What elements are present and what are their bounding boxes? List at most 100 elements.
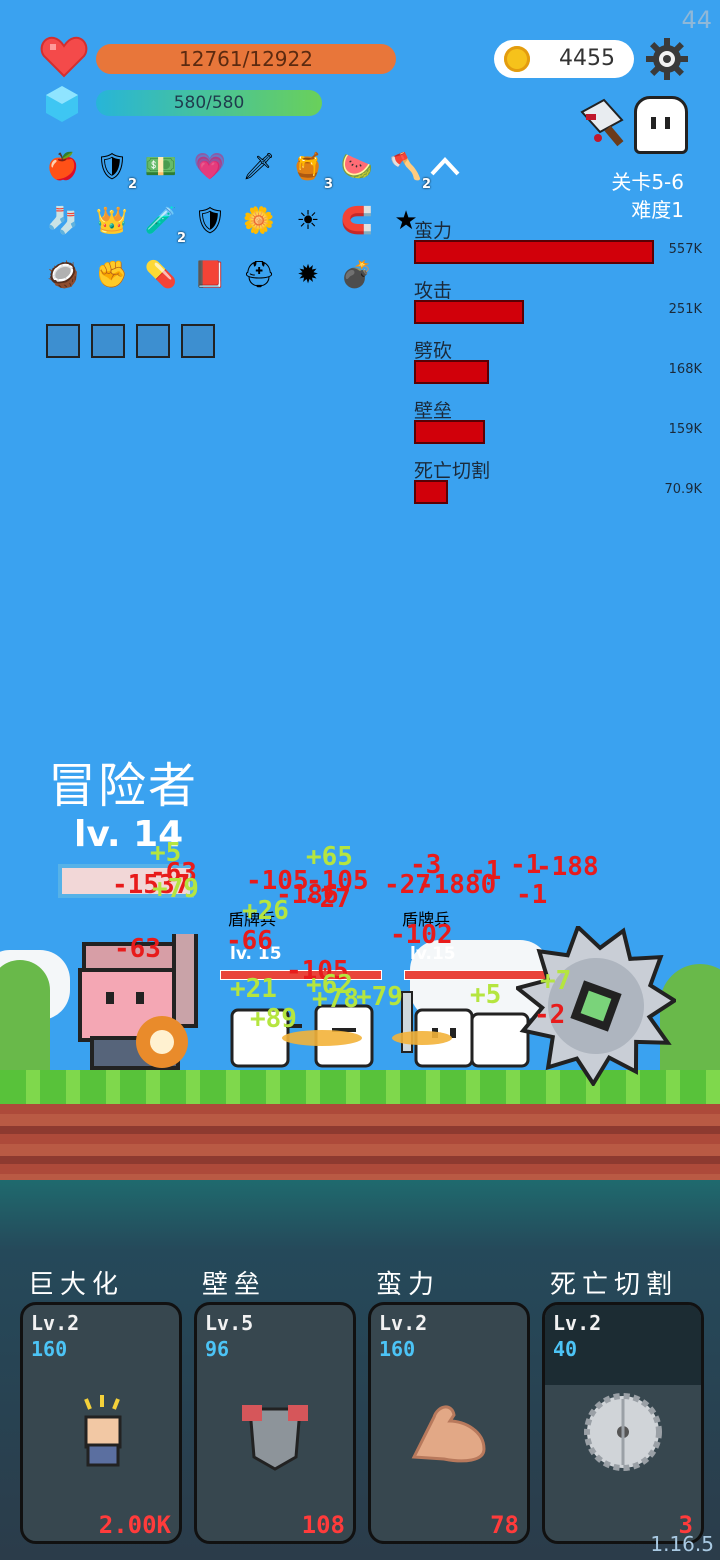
enemy-group bbox=[230, 991, 530, 1068]
skill-title: 壁垒 bbox=[202, 1270, 267, 1300]
skill-level: Lv.2 bbox=[31, 1311, 80, 1335]
player-class-name: 冒险者 bbox=[48, 758, 199, 814]
ghost-icon[interactable] bbox=[634, 96, 688, 154]
mp-bar: 580/580 bbox=[96, 90, 322, 116]
shield-round-icon[interactable]: 🛡 2 bbox=[93, 148, 137, 192]
skill-level: Lv.2 bbox=[553, 1311, 602, 1335]
potion-icon[interactable]: 🧪 2 bbox=[142, 202, 186, 246]
skill-title: 蛮力 bbox=[376, 1270, 441, 1300]
apple-icon[interactable]: 🍎 bbox=[44, 148, 82, 186]
skill-title: 巨大化 bbox=[28, 1270, 125, 1300]
crown-icon[interactable]: 👑 bbox=[93, 202, 131, 240]
skill-cost: 160 bbox=[379, 1337, 416, 1361]
stat-value: 251K bbox=[668, 302, 702, 317]
damage-number: -27 bbox=[304, 884, 351, 914]
shield-icon[interactable]: 🛡 bbox=[191, 202, 229, 240]
mana-gem-icon bbox=[46, 86, 78, 122]
player-level: lv. 14 bbox=[74, 814, 184, 855]
stat-bar bbox=[414, 300, 524, 324]
checkmark-buff-icon[interactable] bbox=[91, 324, 125, 358]
fps-counter: 44 bbox=[681, 6, 712, 34]
enemy-1-level: lv. 15 bbox=[230, 944, 282, 964]
heart-icon bbox=[40, 36, 88, 78]
skill-card-3[interactable]: Lv.2 160 78 bbox=[368, 1302, 530, 1544]
stat-label: 蛮力 bbox=[414, 220, 453, 242]
stat-label: 死亡切割 bbox=[414, 460, 491, 482]
stat-value: 557K bbox=[668, 242, 702, 257]
skill-card-2[interactable]: Lv.5 96 108 bbox=[194, 1302, 356, 1544]
skill-damage: 2.00K bbox=[98, 1511, 171, 1539]
money-heart-icon[interactable]: 💵 bbox=[142, 148, 180, 186]
lightbulb-buff-icon[interactable] bbox=[46, 324, 80, 358]
damage-number: -27 bbox=[384, 870, 431, 900]
coconut-icon[interactable]: 🥥 bbox=[44, 256, 82, 294]
enemy-1-name: 盾牌兵 bbox=[228, 910, 277, 929]
watermelon-icon[interactable]: 🍉 bbox=[338, 148, 376, 186]
damage-number: -186 bbox=[276, 880, 339, 910]
skill-title: 死亡切割 bbox=[550, 1270, 679, 1300]
cleaver-icon[interactable] bbox=[578, 98, 628, 148]
hero-character bbox=[78, 934, 198, 1070]
skill-cost: 40 bbox=[553, 1337, 578, 1361]
skill-card-1[interactable]: Lv.2 160 2.00K bbox=[20, 1302, 182, 1544]
enemy-2-name: 盾牌兵 bbox=[402, 910, 451, 929]
collapse-caret-icon[interactable] bbox=[430, 156, 460, 176]
heart-card-icon[interactable]: 💗 bbox=[191, 148, 229, 186]
battle-axe-icon[interactable]: 🪓 2 bbox=[387, 148, 431, 192]
damage-number: -3 bbox=[410, 850, 442, 880]
skill-card-4[interactable]: Lv.2 40 3 bbox=[542, 1302, 704, 1544]
damage-number: -105 bbox=[246, 866, 309, 896]
stat-label: 攻击 bbox=[414, 280, 453, 302]
dirt-ground bbox=[0, 1104, 720, 1180]
heal-number: +65 bbox=[306, 842, 353, 872]
helmet-icon[interactable]: ⛑ bbox=[240, 256, 278, 294]
coin-amount: 4455 bbox=[559, 46, 615, 71]
coin-icon bbox=[504, 46, 530, 72]
cloud-buff-icon[interactable] bbox=[181, 324, 215, 358]
sock-icon[interactable]: 🧦 bbox=[44, 202, 82, 240]
pill-icon[interactable]: 💊 bbox=[142, 256, 180, 294]
skill-damage: 78 bbox=[490, 1511, 519, 1539]
fist-raise-icon bbox=[56, 1387, 146, 1477]
item-count: 2 bbox=[176, 231, 186, 246]
magnet-icon[interactable]: 🧲 bbox=[338, 202, 376, 240]
stage-label: 关卡5-6 bbox=[611, 170, 684, 194]
book-icon[interactable]: 📕 bbox=[191, 256, 229, 294]
stat-bar bbox=[414, 360, 489, 384]
settings-gear-icon[interactable] bbox=[646, 38, 688, 80]
fist-icon[interactable]: ✊ bbox=[93, 256, 131, 294]
enemy-2-level: lv.15 bbox=[410, 944, 456, 964]
damage-number: -1880 bbox=[418, 870, 497, 900]
damage-number: -1 bbox=[516, 880, 548, 910]
stat-label: 劈砍 bbox=[414, 340, 453, 362]
sword-icon[interactable]: 🗡 bbox=[240, 148, 278, 186]
difficulty-label: 难度1 bbox=[631, 198, 684, 222]
stat-label: 壁垒 bbox=[414, 400, 453, 422]
player-hp-mini-bar bbox=[58, 864, 194, 898]
mace-icon[interactable]: ✹ bbox=[289, 256, 327, 294]
damage-number: -1 bbox=[510, 850, 542, 880]
damage-number: -188 bbox=[536, 852, 599, 882]
armor-buff-icon[interactable] bbox=[136, 324, 170, 358]
grenade-icon[interactable]: 💣 bbox=[338, 256, 376, 294]
stat-value: 70.9K bbox=[664, 482, 702, 497]
jam-jar-icon[interactable]: 🍯 3 bbox=[289, 148, 333, 192]
sun-icon[interactable]: ☀ bbox=[289, 202, 327, 240]
item-count: 2 bbox=[421, 177, 431, 192]
flower-icon[interactable]: 🌼 bbox=[240, 202, 278, 240]
stat-value: 159K bbox=[668, 422, 702, 437]
stage-info: 关卡5-6 难度1 bbox=[611, 168, 684, 224]
skill-level: Lv.5 bbox=[205, 1311, 254, 1335]
skill-damage: 108 bbox=[301, 1511, 345, 1539]
skill-level: Lv.2 bbox=[379, 1311, 428, 1335]
muscle-arm-icon bbox=[404, 1387, 494, 1477]
enemy-1-hp-bar bbox=[220, 970, 382, 980]
stat-bar bbox=[414, 420, 485, 444]
stat-bar bbox=[414, 240, 654, 264]
hp-bar: 12761/12922 bbox=[96, 44, 396, 74]
item-count: 3 bbox=[323, 177, 333, 192]
damage-number: -1 bbox=[470, 856, 502, 886]
stat-bar bbox=[414, 480, 448, 504]
damage-number: -105 bbox=[306, 866, 369, 896]
armor-icon bbox=[230, 1387, 320, 1477]
